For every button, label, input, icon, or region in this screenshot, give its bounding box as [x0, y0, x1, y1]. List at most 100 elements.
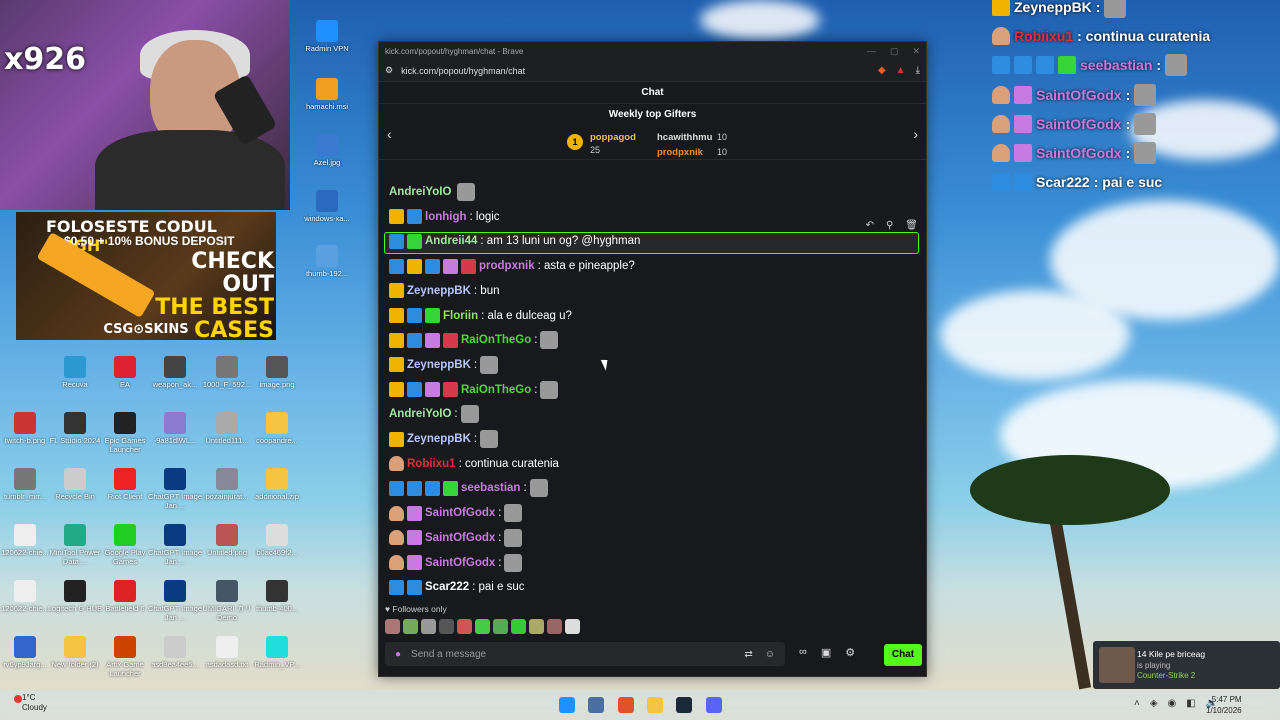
- chat-message[interactable]: RaiOnTheGo:: [389, 380, 559, 400]
- chevron-left-icon[interactable]: ‹: [387, 126, 392, 142]
- desktop-icon[interactable]: asd8ea4ee5...: [146, 636, 204, 669]
- tray-app-icon[interactable]: ◉: [1168, 698, 1177, 709]
- desktop-icon[interactable]: -9a81dlWL...: [146, 412, 204, 445]
- mic-icon[interactable]: ●: [395, 649, 401, 660]
- chat-username[interactable]: ZeyneppBK: [407, 285, 471, 297]
- desktop-icon[interactable]: image.png: [248, 356, 306, 389]
- chat-username[interactable]: Andreii44: [425, 235, 477, 247]
- desktop-icon[interactable]: coopandre...: [248, 412, 306, 445]
- title-bar[interactable]: kick.com/popout/hyghman/chat - Brave — ▢…: [379, 42, 926, 60]
- close-button[interactable]: ✕: [912, 46, 920, 57]
- chat-username[interactable]: AndreiYoIO: [389, 186, 451, 198]
- chat-username[interactable]: ZeyneppBK: [407, 433, 471, 445]
- chat-message[interactable]: ZeyneppBK:: [389, 355, 499, 375]
- chat-message[interactable]: prodpxnik: asta e pineapple?: [389, 256, 635, 276]
- translate-icon[interactable]: ⇄: [744, 649, 752, 660]
- emote[interactable]: [385, 619, 400, 634]
- emote[interactable]: [421, 619, 436, 634]
- chevron-right-icon[interactable]: ›: [913, 126, 918, 142]
- chat-username[interactable]: lonhigh: [425, 211, 467, 223]
- chat-username[interactable]: Scar222: [425, 581, 469, 593]
- desktop-icon[interactable]: additional.zip: [248, 468, 306, 501]
- chat-username[interactable]: Robiixu1: [407, 458, 456, 470]
- desktop-icon[interactable]: windows-xa...: [298, 190, 356, 223]
- chat-message[interactable]: Andreii44: am 13 luni un og? @hyghman: [389, 231, 640, 251]
- chat-message[interactable]: Scar222: pai e suc: [389, 577, 525, 597]
- weather-icon[interactable]: [14, 695, 22, 703]
- desktop-icon[interactable]: thumb-192...: [298, 245, 356, 278]
- gifter-1-name[interactable]: poppagod: [590, 132, 636, 143]
- link-icon[interactable]: ∞: [799, 646, 807, 659]
- emote[interactable]: [493, 619, 508, 634]
- chat-message[interactable]: AndreiYoIO: [389, 182, 476, 202]
- chat-username[interactable]: RaiOnTheGo: [461, 334, 531, 346]
- chat-message[interactable]: Robiixu1: continua curatenia: [389, 454, 559, 474]
- emote[interactable]: [439, 619, 454, 634]
- emoji-icon[interactable]: ☺: [765, 649, 775, 660]
- brave-icon[interactable]: [618, 697, 634, 713]
- discord-icon[interactable]: [706, 697, 722, 713]
- chat-message[interactable]: ZeyneppBK: bun: [389, 281, 499, 301]
- tray-app-icon[interactable]: ◈: [1150, 698, 1158, 709]
- chat-username[interactable]: SaintOfGodx: [425, 507, 495, 519]
- desktop-icon[interactable]: Radmin VPN: [298, 20, 356, 53]
- weather-widget[interactable]: 1°C Cloudy: [22, 693, 47, 713]
- start-icon[interactable]: [559, 697, 575, 713]
- rewards-icon[interactable]: ▲: [896, 65, 906, 76]
- desktop-icon[interactable]: hamachi.msi: [298, 78, 356, 111]
- chat-username[interactable]: AndreiYoIO: [389, 408, 451, 420]
- reply-icon[interactable]: ↶: [866, 220, 874, 231]
- desktop-icon[interactable]: ChatGPT Image Jan ...: [146, 524, 204, 566]
- chat-username[interactable]: RaiOnTheGo: [461, 384, 531, 396]
- desktop-icon[interactable]: Azel.jpg: [298, 134, 356, 167]
- emote-bar[interactable]: [385, 619, 580, 634]
- chat-username[interactable]: ZeyneppBK: [407, 359, 471, 371]
- delete-icon[interactable]: 🗑: [905, 220, 918, 231]
- send-chat-button[interactable]: Chat: [884, 644, 922, 666]
- chat-message[interactable]: RaiOnTheGo:: [389, 330, 559, 350]
- settings-icon[interactable]: ⚙: [385, 65, 393, 76]
- chat-message[interactable]: seebastian:: [389, 478, 548, 498]
- chat-message[interactable]: Floriin: ala e dulceag u?: [389, 306, 572, 326]
- chat-message[interactable]: ZeyneppBK:: [389, 429, 499, 449]
- task-view-icon[interactable]: [588, 697, 604, 713]
- maximize-button[interactable]: ▢: [890, 46, 899, 57]
- emote[interactable]: [565, 619, 580, 634]
- network-icon[interactable]: ◧: [1186, 698, 1195, 709]
- chat-username[interactable]: SaintOfGodx: [425, 557, 495, 569]
- emote[interactable]: [547, 619, 562, 634]
- steam-icon[interactable]: [676, 697, 692, 713]
- desktop-icon[interactable]: Radmin_VP...: [248, 636, 306, 669]
- emote[interactable]: [457, 619, 472, 634]
- desktop-icon[interactable]: thumb-400...: [248, 580, 306, 613]
- url-text[interactable]: kick.com/popout/hyghman/chat: [401, 66, 525, 76]
- chat-message[interactable]: lonhigh: logic: [389, 207, 500, 227]
- emote[interactable]: [403, 619, 418, 634]
- chat-message[interactable]: SaintOfGodx:: [389, 528, 523, 548]
- clock[interactable]: 5:47 PM 1/10/2026: [1206, 694, 1242, 716]
- chat-username[interactable]: seebastian: [461, 482, 520, 494]
- chat-username[interactable]: SaintOfGodx: [425, 532, 495, 544]
- chevron-up-icon[interactable]: ˄: [1134, 698, 1140, 709]
- pin-icon[interactable]: ⚲: [886, 220, 893, 231]
- desktop-icon[interactable]: ChatGPT Image Jan ...: [146, 580, 204, 622]
- chat-username[interactable]: Floriin: [443, 310, 478, 322]
- gifter-3-name[interactable]: prodpxnik: [657, 147, 703, 158]
- emote[interactable]: [475, 619, 490, 634]
- minimize-button[interactable]: —: [867, 46, 876, 57]
- steam-notification[interactable]: 14 Kile pe briceag is playing Counter-St…: [1093, 641, 1280, 689]
- gifter-2-name[interactable]: hcawithhmu: [657, 132, 712, 143]
- chat-message[interactable]: SaintOfGodx:: [389, 503, 523, 523]
- gift-icon[interactable]: ▣: [821, 646, 831, 659]
- input-placeholder[interactable]: Send a message: [411, 649, 486, 660]
- address-bar[interactable]: ⚙ kick.com/popout/hyghman/chat ◆ ▲ ⤓: [379, 60, 926, 82]
- gear-icon[interactable]: ⚙: [845, 646, 855, 659]
- download-icon[interactable]: ⤓: [916, 65, 920, 76]
- message-input[interactable]: ● Send a message ⇄ ☺: [385, 642, 785, 666]
- chat-username[interactable]: prodpxnik: [479, 260, 535, 272]
- emote[interactable]: [511, 619, 526, 634]
- desktop-icon[interactable]: weapon_ak...: [146, 356, 204, 389]
- chat-messages[interactable]: ↶ ⚲ 🗑 AndreiYoIO lonhigh: logic Andreii44:…: [379, 182, 926, 602]
- desktop-icon[interactable]: ChatGPT Image Jan ...: [146, 468, 204, 510]
- chat-popout-window[interactable]: kick.com/popout/hyghman/chat - Brave — ▢…: [378, 41, 927, 677]
